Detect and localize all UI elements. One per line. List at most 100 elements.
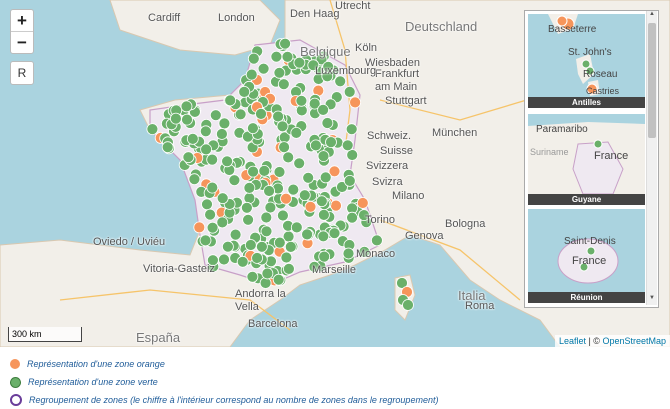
orange-zone-marker[interactable] [280, 192, 292, 205]
green-zone-marker[interactable] [229, 228, 242, 241]
green-zone-marker[interactable] [318, 250, 331, 263]
scroll-thumb[interactable] [648, 23, 656, 138]
green-zone-marker[interactable] [258, 164, 271, 177]
orange-zone-marker[interactable] [193, 221, 206, 234]
green-zone-marker[interactable] [301, 228, 314, 241]
green-zone-marker[interactable] [343, 86, 356, 98]
green-zone-marker[interactable] [199, 234, 212, 247]
green-zone-marker[interactable] [293, 157, 306, 170]
green-zone-marker[interactable] [244, 239, 257, 251]
green-zone-marker[interactable] [290, 126, 303, 139]
green-zone-marker[interactable] [272, 273, 285, 286]
green-zone-marker[interactable] [206, 221, 219, 234]
green-zone-marker[interactable] [277, 78, 290, 91]
green-zone-marker[interactable] [273, 66, 286, 79]
scroll-down-icon[interactable]: ▼ [648, 295, 656, 305]
green-zone-marker[interactable] [317, 150, 330, 163]
green-zone-marker[interactable] [261, 267, 274, 280]
green-zone-marker[interactable] [328, 227, 341, 240]
inset-antilles[interactable]: Basseterre St. John's Roseau Castries An… [528, 14, 645, 108]
green-zone-marker[interactable] [272, 110, 285, 123]
green-zone-marker[interactable] [186, 132, 199, 145]
green-zone-marker[interactable] [260, 225, 273, 238]
green-zone-marker[interactable] [260, 211, 273, 224]
green-zone-marker[interactable] [247, 52, 260, 65]
map-view[interactable]: Cardiff London Den Haag Utrecht Deutschl… [0, 0, 670, 347]
green-zone-marker[interactable] [290, 221, 303, 234]
green-zone-marker[interactable] [282, 151, 295, 164]
green-zone-marker[interactable] [169, 112, 182, 125]
green-zone-marker[interactable] [309, 139, 322, 152]
green-zone-marker[interactable] [204, 208, 217, 221]
green-zone-marker[interactable] [321, 117, 334, 129]
green-zone-marker[interactable] [319, 171, 332, 184]
orange-zone-marker[interactable] [356, 197, 369, 209]
green-zone-marker[interactable] [221, 240, 234, 253]
green-zone-marker[interactable] [370, 234, 383, 247]
green-zone-marker[interactable] [276, 120, 289, 133]
green-zone-marker[interactable] [317, 208, 330, 221]
green-zone-marker[interactable] [282, 262, 295, 275]
green-zone-marker[interactable] [209, 109, 222, 122]
green-zone-marker[interactable] [215, 128, 228, 140]
zoom-in-button[interactable]: + [11, 10, 33, 31]
green-zone-marker[interactable] [255, 108, 267, 120]
green-zone-marker[interactable] [276, 209, 289, 222]
scroll-up-icon[interactable]: ▲ [648, 11, 656, 21]
green-zone-marker[interactable] [181, 113, 193, 126]
green-zone-marker[interactable] [345, 123, 358, 136]
green-zone-marker[interactable] [182, 151, 195, 164]
green-zone-marker[interactable] [264, 201, 277, 214]
green-zone-marker[interactable] [280, 251, 293, 264]
green-zone-marker[interactable] [334, 75, 347, 88]
green-zone-marker[interactable] [218, 117, 231, 130]
green-zone-marker[interactable] [317, 230, 330, 243]
green-zone-marker[interactable] [216, 216, 229, 229]
green-zone-marker[interactable] [246, 122, 259, 135]
green-zone-marker[interactable] [341, 139, 354, 152]
green-zone-marker[interactable] [245, 68, 258, 81]
green-zone-marker[interactable] [315, 195, 328, 208]
green-zone-marker[interactable] [287, 183, 300, 196]
overseas-insets-panel[interactable]: Basseterre St. John's Roseau Castries An… [524, 10, 659, 308]
green-zone-marker[interactable] [259, 277, 272, 289]
green-zone-marker[interactable] [263, 185, 276, 197]
green-zone-marker[interactable] [273, 236, 286, 249]
green-zone-marker[interactable] [236, 255, 249, 268]
green-zone-marker[interactable] [279, 37, 292, 50]
zoom-out-button[interactable]: − [11, 31, 33, 53]
green-zone-marker[interactable] [201, 198, 213, 211]
green-zone-marker[interactable] [251, 252, 264, 264]
orange-zone-marker[interactable] [304, 200, 317, 213]
green-zone-marker[interactable] [146, 123, 159, 136]
green-zone-marker[interactable] [161, 141, 174, 154]
green-zone-marker[interactable] [228, 174, 241, 187]
green-zone-marker[interactable] [200, 143, 213, 156]
green-zone-marker[interactable] [317, 104, 330, 116]
green-zone-marker[interactable] [240, 201, 253, 214]
green-zone-marker[interactable] [243, 192, 256, 205]
green-zone-marker[interactable] [298, 189, 311, 202]
green-zone-marker[interactable] [238, 86, 251, 98]
green-zone-marker[interactable] [243, 181, 256, 194]
green-zone-marker[interactable] [234, 108, 247, 121]
leaflet-link[interactable]: Leaflet [559, 336, 586, 346]
orange-zone-marker[interactable] [330, 199, 342, 212]
green-zone-marker[interactable] [188, 173, 201, 186]
green-zone-marker[interactable] [242, 213, 255, 226]
inset-guyane[interactable]: Paramaribo France Suriname Guyane [528, 114, 645, 205]
green-zone-marker[interactable] [180, 100, 193, 113]
green-zone-marker[interactable] [199, 125, 212, 138]
green-zone-marker[interactable] [206, 153, 219, 166]
green-zone-marker[interactable] [278, 141, 291, 154]
green-zone-marker[interactable] [325, 136, 337, 149]
green-zone-marker[interactable] [346, 211, 359, 224]
green-zone-marker[interactable] [281, 50, 294, 63]
green-zone-marker[interactable] [218, 253, 230, 266]
openstreetmap-link[interactable]: OpenStreetMap [602, 336, 666, 346]
orange-zone-marker[interactable] [349, 96, 362, 109]
green-zone-marker[interactable] [343, 174, 356, 187]
green-zone-marker[interactable] [255, 240, 268, 253]
green-zone-marker[interactable] [273, 166, 286, 178]
reset-view-button[interactable]: R [10, 61, 34, 85]
